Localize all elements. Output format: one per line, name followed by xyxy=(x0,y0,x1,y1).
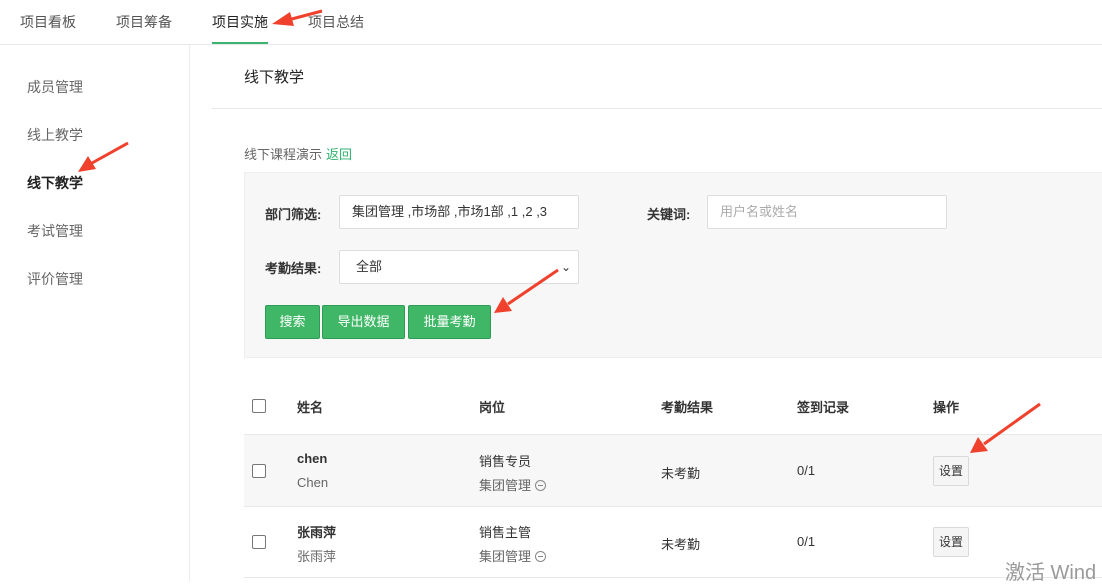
filter-panel: 部门筛选: 集团管理 ,市场部 ,市场1部 ,1 ,2 ,3 关键词: 用户名或… xyxy=(244,172,1102,358)
row-checkbox[interactable] xyxy=(252,464,266,478)
sidebar-item-evaluation-management[interactable]: 评价管理 xyxy=(27,269,83,289)
settings-button[interactable]: 设置 xyxy=(933,456,969,486)
tab-project-implementation[interactable]: 项目实施 xyxy=(212,0,268,44)
position: 销售主管 xyxy=(479,525,532,540)
signin-record: 0/1 xyxy=(797,463,816,478)
header-name: 姓名 xyxy=(297,400,324,415)
sidebar-item-members[interactable]: 成员管理 xyxy=(27,77,83,97)
tab-project-prep[interactable]: 项目筹备 xyxy=(116,0,172,44)
row-checkbox[interactable] xyxy=(252,535,266,549)
attendance-status: 未考勤 xyxy=(661,466,701,481)
user-real-name: Chen xyxy=(297,475,329,490)
header-action: 操作 xyxy=(933,400,960,415)
info-icon[interactable] xyxy=(535,480,547,491)
sidebar-item-offline-teaching[interactable]: 线下教学 xyxy=(27,173,83,193)
header-position: 岗位 xyxy=(479,400,506,415)
title-divider xyxy=(212,108,1102,109)
position: 销售专员 xyxy=(479,454,532,469)
tab-project-summary[interactable]: 项目总结 xyxy=(308,0,364,44)
table-row: 张雨萍 张雨萍 销售主管 集团管理 未考勤 0/1 设置 xyxy=(244,506,1102,578)
header-attendance: 考勤结果 xyxy=(661,400,714,415)
dept-filter-input[interactable]: 集团管理 ,市场部 ,市场1部 ,1 ,2 ,3 xyxy=(339,195,579,229)
keyword-label: 关键词: xyxy=(647,207,691,222)
export-data-button[interactable]: 导出数据 xyxy=(322,305,405,339)
search-button[interactable]: 搜索 xyxy=(265,305,320,339)
tab-project-board[interactable]: 项目看板 xyxy=(20,0,76,44)
breadcrumb-course: 线下课程演示 xyxy=(244,147,323,162)
department-name: 集团管理 xyxy=(479,549,532,564)
attendance-result-select[interactable]: 全部 ⌄ xyxy=(339,250,579,284)
department: 集团管理 xyxy=(479,475,547,494)
page-title: 线下教学 xyxy=(244,69,305,86)
table-header: 姓名 岗位 考勤结果 签到记录 操作 xyxy=(244,378,1102,435)
attendance-result-label: 考勤结果: xyxy=(265,261,322,276)
settings-button[interactable]: 设置 xyxy=(933,527,969,557)
sidebar: 成员管理 线上教学 线下教学 考试管理 评价管理 xyxy=(0,45,190,581)
department: 集团管理 xyxy=(479,546,547,565)
user-name: 张雨萍 xyxy=(297,525,337,540)
keyword-input[interactable]: 用户名或姓名 xyxy=(707,195,947,229)
chevron-down-icon: ⌄ xyxy=(560,260,571,274)
dept-filter-label: 部门筛选: xyxy=(265,207,322,222)
user-name: chen xyxy=(297,451,328,466)
select-all-checkbox[interactable] xyxy=(252,399,266,413)
signin-record: 0/1 xyxy=(797,534,816,549)
batch-attendance-button[interactable]: 批量考勤 xyxy=(408,305,491,339)
breadcrumb: 线下课程演示 返回 xyxy=(244,144,352,163)
attendance-result-value: 全部 xyxy=(356,259,383,274)
back-link[interactable]: 返回 xyxy=(326,147,352,162)
department-name: 集团管理 xyxy=(479,478,532,493)
attendance-status: 未考勤 xyxy=(661,537,701,552)
user-real-name: 张雨萍 xyxy=(297,549,337,564)
sidebar-item-online-teaching[interactable]: 线上教学 xyxy=(27,125,83,145)
top-navigation: 项目看板 项目筹备 项目实施 项目总结 xyxy=(0,0,1102,45)
info-icon[interactable] xyxy=(535,551,547,562)
sidebar-item-exam-management[interactable]: 考试管理 xyxy=(27,221,83,241)
table-row: chen Chen 销售专员 集团管理 未考勤 0/1 设置 xyxy=(244,435,1102,507)
header-signin: 签到记录 xyxy=(797,400,850,415)
